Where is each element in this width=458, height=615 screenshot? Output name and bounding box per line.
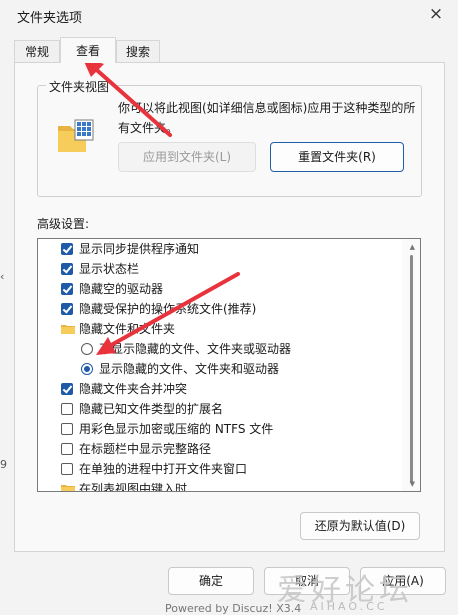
checkbox[interactable]: [61, 423, 73, 435]
advanced-settings-label: 高级设置:: [37, 217, 90, 231]
background-fragment-left: ‹: [0, 270, 5, 283]
settings-checkbox-option[interactable]: 隐藏受保护的操作系统文件(推荐): [38, 299, 398, 319]
settings-option-label: 隐藏文件夹合并冲突: [79, 382, 188, 396]
settings-option-label: 隐藏已知文件类型的扩展名: [79, 402, 224, 416]
folder-icon: [61, 485, 75, 491]
tab-search[interactable]: 搜索: [116, 40, 160, 62]
advanced-settings-list[interactable]: ▲ ▼ 显示同步提供程序通知 显示状态栏隐藏空的驱动器隐藏受保护的操作系统文件(推…: [37, 238, 421, 492]
settings-checkbox-option[interactable]: 隐藏空的驱动器: [38, 279, 398, 299]
settings-checkbox-option[interactable]: 显示同步提供程序通知: [38, 239, 398, 259]
settings-option-label: 隐藏受保护的操作系统文件(推荐): [79, 302, 257, 316]
folder-views-group: 文件夹视图 你可以将此视图(如详细信息或图标)应用于这种类型的所有文件夹。 应用…: [37, 78, 422, 197]
settings-radio-option[interactable]: 显示隐藏的文件、文件夹和驱动器: [38, 359, 398, 379]
scroll-up-icon[interactable]: ▲: [410, 243, 415, 251]
checkbox[interactable]: [61, 463, 73, 475]
settings-radio-option[interactable]: 不显示隐藏的文件、文件夹或驱动器: [38, 339, 398, 359]
checkbox[interactable]: [61, 303, 73, 315]
folder-icon: [61, 325, 75, 334]
folder-views-description: 你可以将此视图(如详细信息或图标)应用于这种类型的所有文件夹。: [118, 101, 416, 135]
settings-checkbox-option[interactable]: 隐藏已知文件类型的扩展名: [38, 399, 398, 419]
settings-option-label: 显示同步提供程序通知: [79, 242, 200, 256]
tab-general[interactable]: 常规: [14, 40, 60, 62]
radio-button[interactable]: [81, 363, 93, 375]
watermark-url: AIHAO.CC: [310, 600, 388, 613]
settings-checkbox-option[interactable]: 隐藏文件夹合并冲突: [38, 379, 398, 399]
settings-option-label: 用彩色显示加密或压缩的 NTFS 文件: [79, 422, 274, 436]
settings-group-header: 在列表视图中键入时: [38, 479, 398, 492]
settings-option-label: 显示状态栏: [79, 262, 140, 276]
settings-checkbox-option[interactable]: 在单独的进程中打开文件夹窗口: [38, 459, 398, 479]
settings-option-label: 在标题栏中显示完整路径: [79, 442, 212, 456]
ok-button[interactable]: 确定: [168, 567, 254, 595]
settings-option-label: 不显示隐藏的文件、文件夹或驱动器: [99, 342, 292, 356]
checkbox[interactable]: [61, 383, 73, 395]
settings-group-header: 隐藏文件和文件夹: [38, 319, 398, 339]
folder-views-title: 文件夹视图: [46, 78, 113, 95]
background-fragment-left-digit: 9: [0, 458, 7, 471]
scroll-thumb[interactable]: [410, 255, 413, 483]
settings-checkbox-option[interactable]: 用彩色显示加密或压缩的 NTFS 文件: [38, 419, 398, 439]
settings-checkbox-option[interactable]: 显示状态栏: [38, 259, 398, 279]
checkbox[interactable]: [61, 443, 73, 455]
restore-defaults-button[interactable]: 还原为默认值(D): [300, 512, 420, 540]
settings-option-label: 在列表视图中键入时: [79, 482, 188, 492]
window-title: 文件夹选项: [17, 11, 83, 26]
apply-to-folders-button[interactable]: 应用到文件夹(L): [118, 142, 256, 172]
title-bar: 文件夹选项 ×: [0, 0, 458, 32]
checkbox[interactable]: [61, 243, 73, 255]
close-icon[interactable]: ×: [426, 3, 446, 25]
settings-option-label: 隐藏空的驱动器: [79, 282, 164, 296]
settings-checkbox-option[interactable]: 在标题栏中显示完整路径: [38, 439, 398, 459]
tab-view[interactable]: 查看: [60, 37, 116, 63]
checkbox[interactable]: [61, 263, 73, 275]
reset-folders-button[interactable]: 重置文件夹(R): [270, 142, 404, 172]
checkbox[interactable]: [61, 283, 73, 295]
settings-option-label: 显示隐藏的文件、文件夹和驱动器: [99, 362, 280, 376]
scroll-down-icon[interactable]: ▼: [410, 480, 415, 488]
settings-option-label: 隐藏文件和文件夹: [79, 322, 176, 336]
folder-view-icon: [58, 119, 94, 152]
list-scrollbar[interactable]: ▲ ▼: [402, 239, 420, 491]
settings-option-label: 在单独的进程中打开文件夹窗口: [79, 462, 248, 476]
checkbox[interactable]: [61, 403, 73, 415]
view-tab-panel: 文件夹视图 你可以将此视图(如详细信息或图标)应用于这种类型的所有文件夹。 应用…: [14, 62, 445, 552]
radio-button[interactable]: [81, 343, 93, 355]
